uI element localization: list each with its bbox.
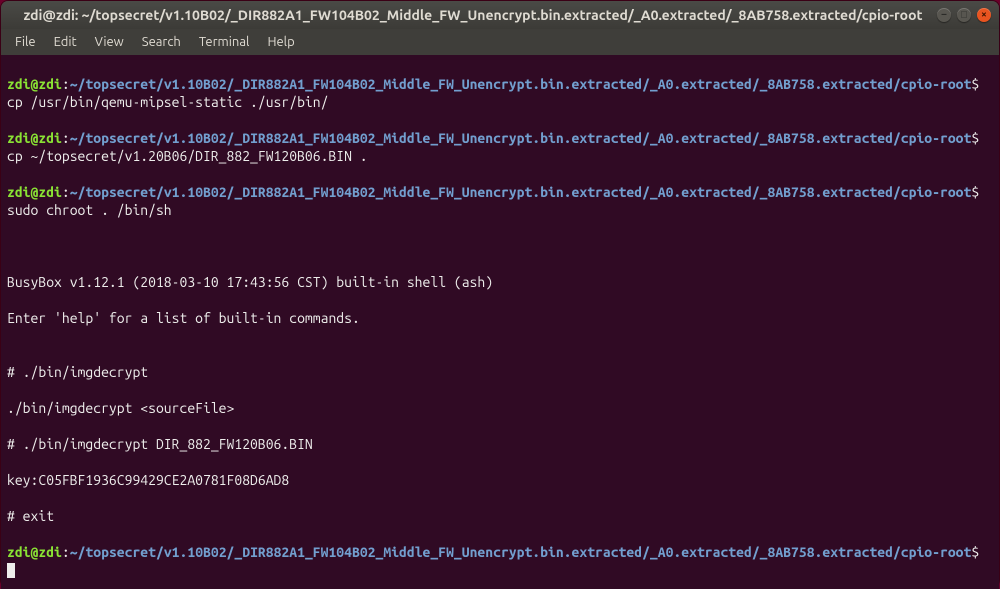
terminal-line: zdi@zdi:~/topsecret/v1.10B02/_DIR882A1_F… xyxy=(7,129,993,165)
terminal-line: Enter 'help' for a list of built-in comm… xyxy=(7,309,993,327)
prompt-user: zdi xyxy=(7,544,31,560)
terminal-line: key:C05FBF1936C99429CE2A0781F08D6AD8 xyxy=(7,471,993,489)
terminal-output[interactable]: zdi@zdi:~/topsecret/v1.10B02/_DIR882A1_F… xyxy=(1,55,999,589)
prompt-colon: : xyxy=(62,544,70,560)
terminal-line: BusyBox v1.12.1 (2018-03-10 17:43:56 CST… xyxy=(7,273,993,291)
prompt-host: zdi xyxy=(38,76,62,92)
menubar: File Edit View Search Terminal Help xyxy=(1,29,999,55)
terminal-line: zdi@zdi:~/topsecret/v1.10B02/_DIR882A1_F… xyxy=(7,75,993,111)
menu-edit[interactable]: Edit xyxy=(46,32,85,52)
minimize-icon: – xyxy=(942,10,947,20)
menu-terminal[interactable]: Terminal xyxy=(191,32,258,52)
prompt-colon: : xyxy=(62,130,70,146)
menu-file[interactable]: File xyxy=(7,32,44,52)
terminal-line: # ./bin/imgdecrypt DIR_882_FW120B06.BIN xyxy=(7,435,993,453)
prompt-path: ~/topsecret/v1.10B02/_DIR882A1_FW104B02_… xyxy=(70,130,972,146)
terminal-line: ./bin/imgdecrypt <sourceFile> xyxy=(7,399,993,417)
terminal-line: # ./bin/imgdecrypt xyxy=(7,363,993,381)
prompt-user: zdi xyxy=(7,130,31,146)
menu-help[interactable]: Help xyxy=(259,32,302,52)
prompt-colon: : xyxy=(62,76,70,92)
prompt-user: zdi xyxy=(7,76,31,92)
prompt-host: zdi xyxy=(38,544,62,560)
menu-search[interactable]: Search xyxy=(134,32,189,52)
prompt-host: zdi xyxy=(38,184,62,200)
prompt-path: ~/topsecret/v1.10B02/_DIR882A1_FW104B02_… xyxy=(70,184,972,200)
terminal-line: # exit xyxy=(7,507,993,525)
terminal-line: zdi@zdi:~/topsecret/v1.10B02/_DIR882A1_F… xyxy=(7,543,993,579)
window-title: zdi@zdi: ~/topsecret/v1.10B02/_DIR882A1_… xyxy=(9,7,937,23)
maximize-icon: □ xyxy=(961,10,967,20)
menu-view[interactable]: View xyxy=(87,32,132,52)
cursor-icon xyxy=(7,563,15,578)
prompt-dollar: $ xyxy=(971,544,979,560)
prompt-colon: : xyxy=(62,184,70,200)
prompt-path: ~/topsecret/v1.10B02/_DIR882A1_FW104B02_… xyxy=(70,544,972,560)
window-titlebar: zdi@zdi: ~/topsecret/v1.10B02/_DIR882A1_… xyxy=(1,1,999,29)
close-icon: × xyxy=(981,10,987,20)
maximize-button[interactable]: □ xyxy=(957,8,971,22)
prompt-path: ~/topsecret/v1.10B02/_DIR882A1_FW104B02_… xyxy=(70,76,972,92)
prompt-host: zdi xyxy=(38,130,62,146)
close-button[interactable]: × xyxy=(977,8,991,22)
window-controls: – □ × xyxy=(937,8,991,22)
minimize-button[interactable]: – xyxy=(937,8,951,22)
terminal-line: zdi@zdi:~/topsecret/v1.10B02/_DIR882A1_F… xyxy=(7,183,993,219)
prompt-user: zdi xyxy=(7,184,31,200)
